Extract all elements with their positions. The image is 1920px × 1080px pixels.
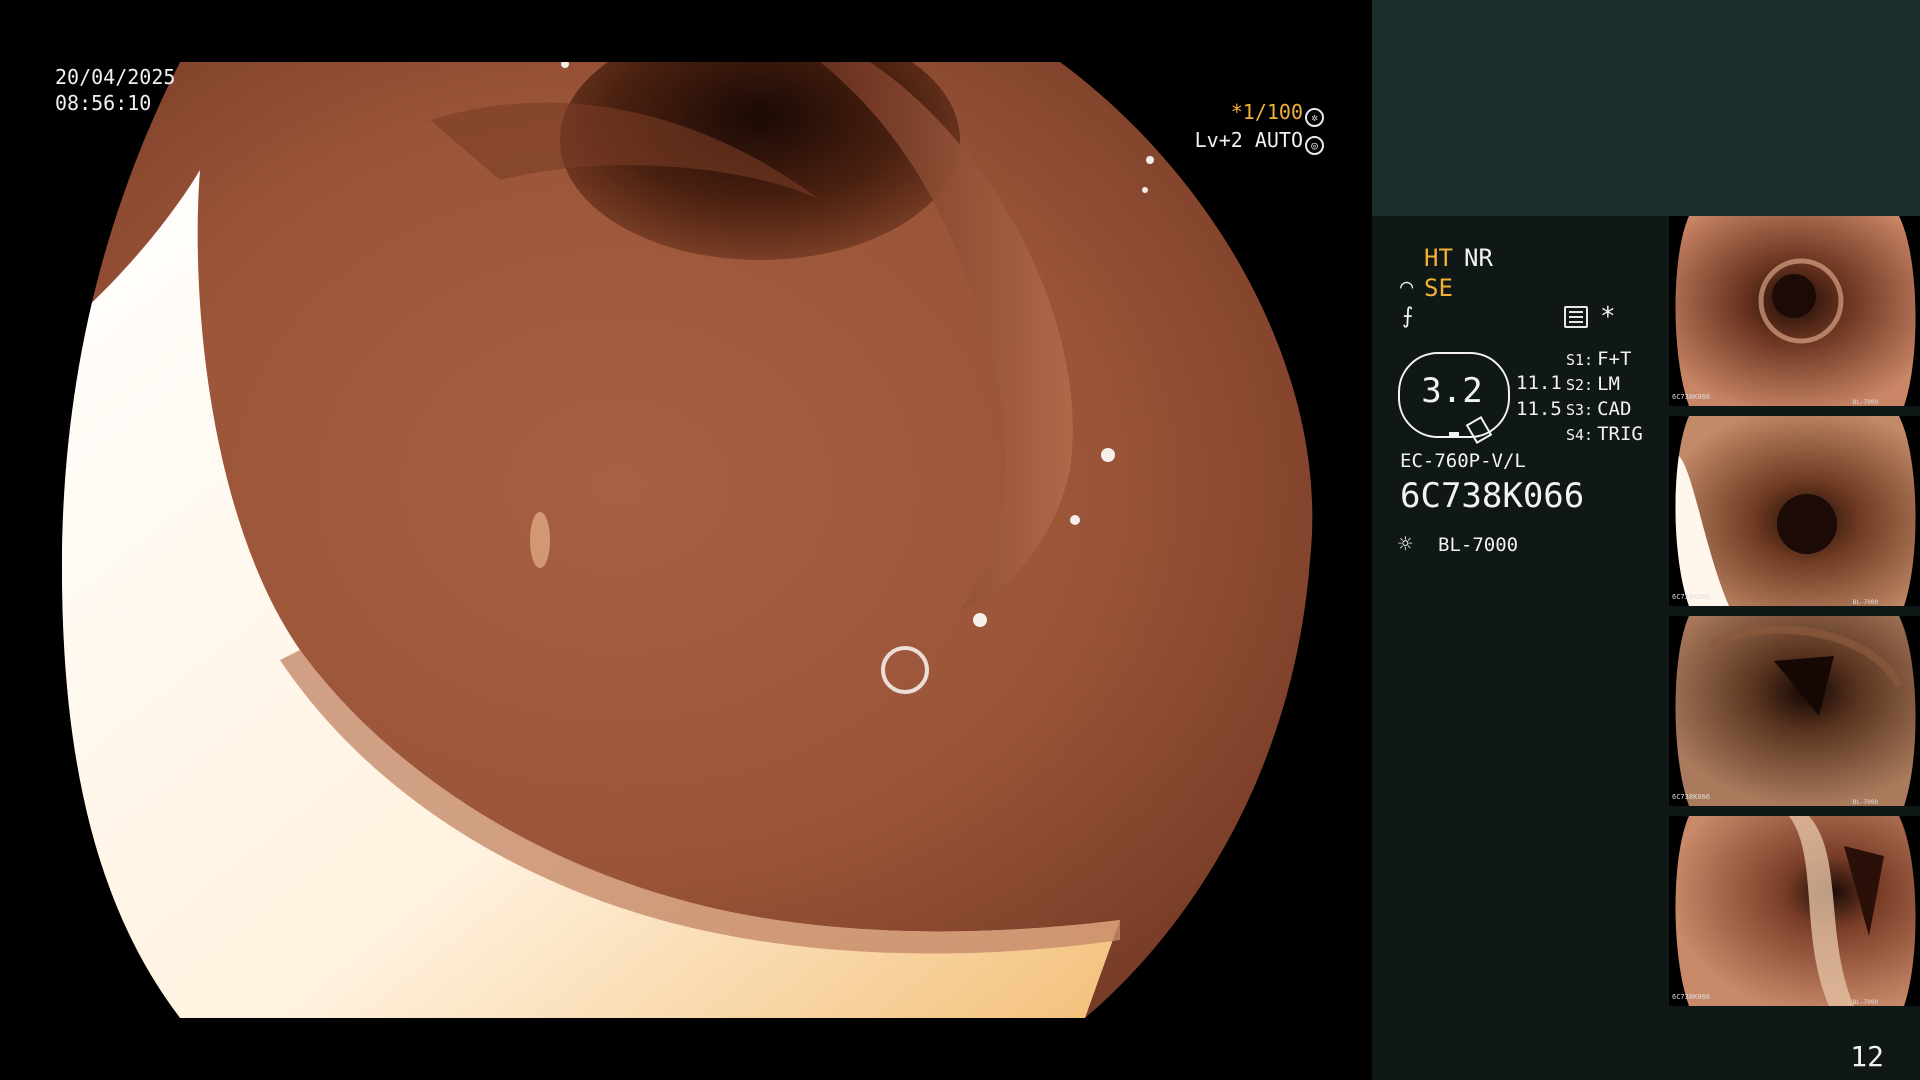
ht-indicator: HT — [1424, 244, 1453, 272]
iris-icon: ✲ — [1305, 108, 1324, 127]
se-indicator: SE — [1424, 274, 1453, 302]
zoom-marker-icon — [1449, 432, 1459, 438]
thumbnail-light: BL-7000 — [1852, 599, 1878, 606]
scope-model: EC-760P-V/L — [1400, 450, 1526, 472]
scope-button-key: S3: — [1566, 401, 1594, 419]
scope-button-s1: S1: F+T — [1566, 348, 1631, 370]
image-count: 12 — [1850, 1040, 1884, 1073]
date-time-display: 20/04/2025 08:56:10 — [55, 64, 175, 116]
scope-button-label: F+T — [1597, 348, 1632, 370]
zoom-value: 3.2 — [1421, 371, 1483, 411]
scope-button-label: LM — [1597, 373, 1620, 395]
shutter-text: *1/100 — [1230, 100, 1303, 124]
nr-indicator: NR — [1464, 244, 1493, 272]
captured-thumbnail-2[interactable]: 6C738K066 BL-7000 — [1669, 416, 1920, 606]
endoscope-live-view: 20/04/2025 08:56:10 *1/100 ✲ Lv+2 AUTO ◎ — [0, 0, 1372, 1080]
thumbnail-serial: 6C738K066 — [1672, 593, 1710, 601]
thumbnail-light: BL-7000 — [1852, 999, 1878, 1006]
panel-header — [1372, 0, 1920, 216]
thumbnail-light: BL-7000 — [1852, 399, 1878, 406]
light-source-model: BL-7000 — [1438, 534, 1519, 556]
captured-thumbnail-1[interactable]: 6C738K066 BL-7000 — [1669, 216, 1920, 406]
asterisk-icon: * — [1600, 302, 1616, 332]
scope-button-s3: S3: CAD — [1566, 398, 1631, 420]
reading-value-b: 11.5 — [1516, 398, 1562, 420]
settings-menu-icon — [1564, 306, 1588, 328]
thumbnail-image — [1675, 816, 1916, 1006]
thumbnail-image — [1675, 616, 1916, 806]
scope-button-label: TRIG — [1597, 423, 1643, 445]
noise-filter-icon: ⨍ — [1402, 304, 1414, 329]
endoscopic-image — [61, 62, 1313, 1018]
auto-iris-icon: ◎ — [1305, 136, 1324, 155]
scope-serial: 6C738K066 — [1400, 476, 1585, 516]
level-text: Lv+2 AUTO — [1194, 128, 1303, 152]
captured-thumbnail-3[interactable]: 6C738K066 BL-7000 — [1669, 616, 1920, 806]
captured-thumbnail-4[interactable]: 6C738K066 BL-7000 — [1669, 816, 1920, 1006]
scope-button-label: CAD — [1597, 398, 1632, 420]
shutter-speed-display: *1/100 ✲ — [1231, 100, 1324, 127]
reading-value-a: 11.1 — [1516, 372, 1562, 394]
panel-info: HT NR ⌒ SE ⨍ * 3.2 11.1 11.5 S1: F+T S2: L… — [1372, 216, 1670, 1080]
scope-button-key: S2: — [1566, 376, 1594, 394]
time-text: 08:56:10 — [55, 91, 152, 115]
thumbnail-image — [1675, 416, 1916, 606]
thumbnail-serial: 6C738K066 — [1672, 993, 1710, 1001]
thumbnail-serial: 6C738K066 — [1672, 393, 1710, 401]
scope-button-key: S4: — [1566, 426, 1594, 444]
thumbnail-serial: 6C738K066 — [1672, 793, 1710, 801]
light-source-icon: ☼ — [1398, 530, 1413, 558]
scope-button-s4: S4: TRIG — [1566, 423, 1643, 445]
structure-enhancement-icon: ⌒ — [1400, 274, 1414, 299]
date-text: 20/04/2025 — [55, 65, 176, 89]
scope-button-key: S1: — [1566, 351, 1594, 369]
thumbnail-image — [1675, 216, 1916, 406]
brightness-level-display: Lv+2 AUTO ◎ — [1195, 128, 1324, 155]
thumbnail-light: BL-7000 — [1852, 799, 1878, 806]
scope-button-s2: S2: LM — [1566, 373, 1620, 395]
